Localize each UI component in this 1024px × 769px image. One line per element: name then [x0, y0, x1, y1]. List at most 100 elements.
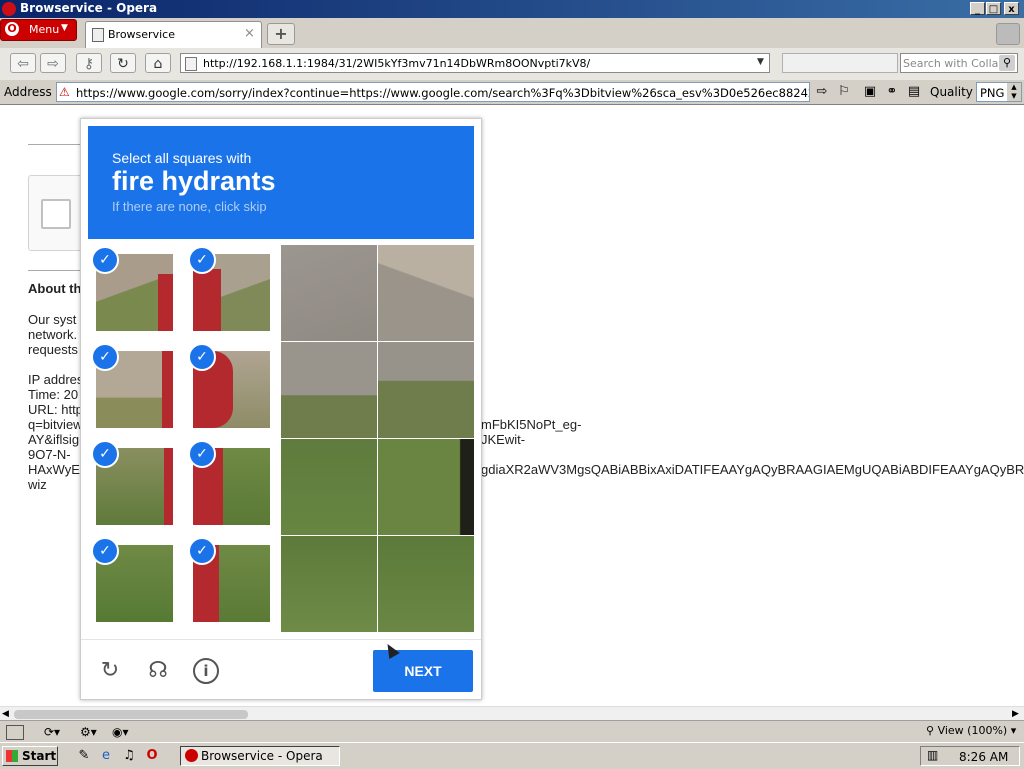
zoom-icon: ⚲: [926, 724, 938, 737]
selected-check-icon: ✓: [188, 246, 216, 274]
captcha-tile[interactable]: [378, 439, 474, 535]
info-icon[interactable]: i: [193, 658, 219, 684]
find-icon[interactable]: ⚭: [883, 83, 901, 101]
home-button[interactable]: ⌂: [145, 53, 171, 73]
taskbar: Start ✎ e ♫ O Browservice - Opera ▥ 8:26…: [0, 742, 1024, 769]
spinner-icon[interactable]: ▲ ▼: [1007, 83, 1021, 101]
url-text: http://192.168.1.1:1984/31/2WI5kYf3mv71n…: [203, 57, 591, 70]
window-title: Browservice - Opera: [20, 1, 158, 15]
chevron-down-icon: ▾: [1007, 724, 1017, 737]
about-heading: About th: [28, 281, 82, 296]
selected-check-icon: ✓: [91, 343, 119, 371]
forward-button[interactable]: ⇨: [40, 53, 66, 73]
horizontal-scrollbar[interactable]: ◀ ▶: [0, 706, 1024, 721]
captcha-tile[interactable]: [378, 536, 474, 632]
close-tab-icon[interactable]: ×: [244, 26, 255, 41]
maximize-button[interactable]: □: [986, 2, 1001, 15]
captcha-tile[interactable]: [281, 536, 377, 632]
taskbar-item-label: Browservice - Opera: [201, 749, 323, 763]
selected-check-icon: ✓: [188, 537, 216, 565]
taskbar-item-opera[interactable]: Browservice - Opera: [180, 746, 340, 766]
new-tab-button[interactable]: +: [267, 23, 295, 45]
tab-strip: O Menu ▼ Browservice × +: [0, 18, 1024, 49]
search-input[interactable]: Search with Collab' ⚲: [900, 53, 1018, 73]
address-toolbar: Address ⚠ https://www.google.com/sorry/i…: [0, 80, 1024, 105]
selected-check-icon: ✓: [91, 246, 119, 274]
globe-icon[interactable]: ◉▾: [112, 724, 129, 740]
trash-icon[interactable]: [996, 23, 1020, 45]
print-icon[interactable]: ▣: [861, 83, 879, 101]
captcha-footer: ↻ ☊ i NEXT: [81, 639, 481, 700]
request-details: IP addres Time: 20 URL: http q=bitview A…: [28, 372, 83, 492]
url-fragment: JKEwit-: [481, 432, 526, 447]
headphones-icon[interactable]: ☊: [145, 658, 171, 684]
search-icon[interactable]: ⚲: [999, 55, 1015, 71]
reload-button[interactable]: ↻: [110, 53, 136, 73]
page-icon: [92, 28, 104, 42]
text-line: q=bitview: [28, 417, 83, 432]
panel-toggle-icon[interactable]: [6, 725, 24, 740]
close-button[interactable]: x: [1004, 2, 1019, 15]
windows-logo-icon: [6, 750, 18, 762]
text-line: HAxWyE: [28, 462, 80, 477]
selected-check-icon: ✓: [91, 440, 119, 468]
opera-menu-button[interactable]: O Menu ▼: [0, 19, 77, 41]
title-bar: Browservice - Opera _ □ x: [0, 0, 1024, 18]
minimize-button[interactable]: _: [970, 2, 985, 15]
format-select[interactable]: PNG ▲ ▼: [976, 82, 1022, 102]
tab-browservice[interactable]: Browservice ×: [85, 21, 262, 48]
search-placeholder: Search with Collab': [903, 57, 1009, 70]
text-line: URL: http: [28, 402, 83, 417]
reload-icon[interactable]: ↻: [97, 658, 123, 684]
text-line: 9O7-N-: [28, 447, 71, 462]
network-icon[interactable]: ⚙▾: [80, 724, 97, 740]
url-field[interactable]: http://192.168.1.1:1984/31/2WI5kYf3mv71n…: [180, 53, 770, 73]
recaptcha-checkbox[interactable]: [41, 199, 71, 229]
captcha-tile[interactable]: [281, 245, 377, 341]
media-icon[interactable]: ♫: [121, 748, 137, 764]
text-line: wiz: [28, 477, 47, 492]
text-line: Our syst: [28, 312, 77, 327]
desktop-icon[interactable]: ✎: [76, 748, 92, 764]
scroll-thumb[interactable]: [14, 710, 248, 719]
key-icon[interactable]: ⚷: [76, 53, 102, 73]
text-line: IP addres: [28, 372, 84, 387]
scroll-left-icon[interactable]: ◀: [2, 707, 9, 721]
opera-icon[interactable]: O: [144, 748, 160, 764]
sync-icon[interactable]: ⟳▾: [44, 724, 60, 740]
divider: [28, 144, 80, 145]
captcha-tile[interactable]: [378, 245, 474, 341]
captcha-tile[interactable]: [281, 439, 377, 535]
captcha-instruction: Select all squares with: [112, 150, 252, 166]
address-input[interactable]: ⚠ https://www.google.com/sorry/index?con…: [56, 82, 810, 102]
captcha-tile[interactable]: [378, 342, 474, 438]
text-line: requests: [28, 342, 78, 357]
chevron-down-icon[interactable]: ▼: [757, 57, 764, 67]
go-arrow-icon[interactable]: ⇨: [813, 83, 831, 101]
system-tray: ▥ 8:26 AM: [920, 746, 1020, 766]
clock: 8:26 AM: [959, 750, 1009, 764]
opera-icon: [185, 749, 198, 762]
zoom-level[interactable]: ⚲ View (100%) ▾: [926, 724, 1016, 737]
chevron-down-icon: ▼: [61, 23, 68, 33]
speed-dial-area: [782, 53, 898, 73]
captcha-header: Select all squares with fire hydrants If…: [88, 126, 474, 239]
network-tray-icon[interactable]: ▥: [927, 748, 938, 762]
start-button[interactable]: Start: [2, 746, 58, 766]
bookmark-icon[interactable]: ⚐: [835, 83, 853, 101]
explanation-paragraph: Our syst network. requests: [28, 312, 78, 357]
status-bar: ⟳▾ ⚙▾ ◉▾ ⚲ View (100%) ▾: [0, 720, 1024, 743]
ie-icon[interactable]: e: [98, 748, 114, 764]
security-icon: ⚠: [59, 85, 70, 99]
text-line: Time: 20: [28, 387, 79, 402]
address-label: Address: [4, 85, 52, 99]
start-label: Start: [22, 749, 57, 763]
back-button[interactable]: ⇦: [10, 53, 36, 73]
clipboard-icon[interactable]: ▤: [905, 83, 923, 101]
captcha-tile[interactable]: [281, 342, 377, 438]
captcha-hint: If there are none, click skip: [112, 199, 267, 214]
scroll-right-icon[interactable]: ▶: [1012, 707, 1019, 721]
text-line: AY&iflsig: [28, 432, 80, 447]
address-text: https://www.google.com/sorry/index?conti…: [76, 86, 810, 100]
zoom-label: View (100%): [937, 724, 1008, 737]
